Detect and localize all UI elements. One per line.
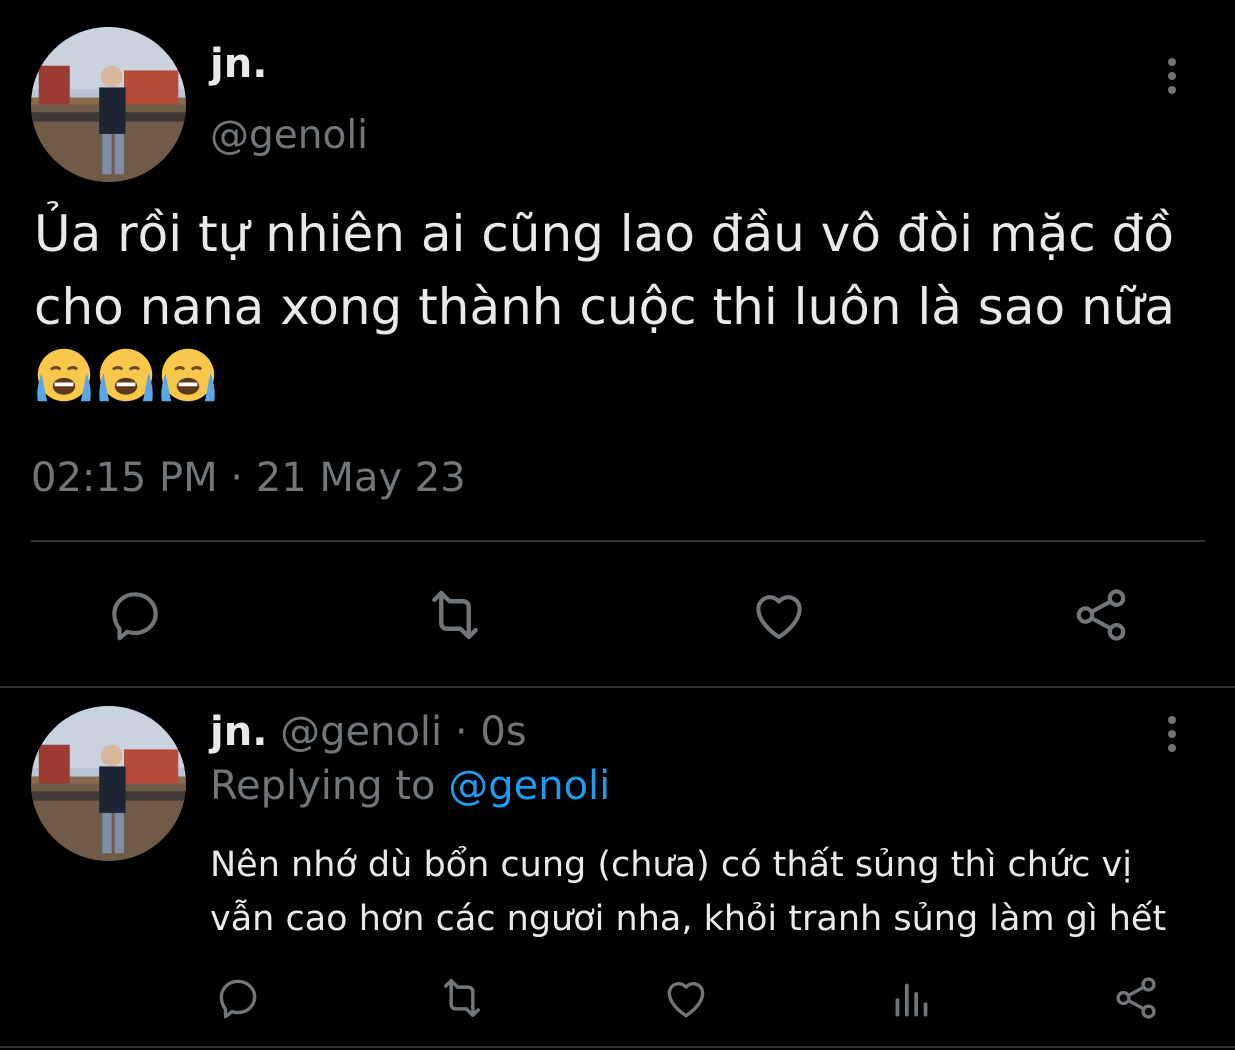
more-options-icon[interactable]: [1166, 58, 1178, 94]
views-button[interactable]: [884, 970, 940, 1026]
user-handle[interactable]: @genoli: [280, 709, 442, 755]
display-name[interactable]: jn.: [210, 40, 267, 88]
share-button[interactable]: [1108, 970, 1164, 1026]
replying-to: Replying to @genoli: [210, 760, 610, 812]
retweet-icon: [444, 978, 480, 1018]
views-icon: [895, 983, 928, 1017]
crying-face-icon: [161, 348, 215, 402]
tweet-timestamp[interactable]: 02:15 PM · 21 May 23: [31, 452, 466, 504]
crying-face-icon: [99, 348, 153, 402]
reply-time[interactable]: 0s: [480, 709, 526, 755]
divider: [31, 540, 1205, 542]
share-button[interactable]: [1066, 580, 1136, 650]
replying-to-link[interactable]: @genoli: [448, 763, 610, 809]
retweet-button[interactable]: [434, 970, 490, 1026]
avatar[interactable]: [31, 706, 186, 861]
tweet-text: Ủa rồi tự nhiên ai cũng lao đầu vô đòi m…: [34, 205, 1175, 336]
like-button[interactable]: [744, 580, 814, 650]
like-icon: [756, 595, 802, 640]
reply-button[interactable]: [210, 970, 266, 1026]
tweet-thread: jn. @genoli Ủa rồi tự nhiên ai cũng lao …: [0, 0, 1235, 1050]
share-icon: [1116, 977, 1156, 1019]
retweet-icon: [432, 590, 478, 640]
separator: ·: [442, 709, 481, 755]
divider: [0, 686, 1235, 688]
avatar[interactable]: [31, 27, 186, 182]
divider: [0, 1046, 1235, 1048]
more-options-icon[interactable]: [1166, 716, 1178, 752]
emoji-row: [34, 345, 218, 405]
like-button[interactable]: [658, 970, 714, 1026]
user-handle[interactable]: @genoli: [210, 112, 368, 160]
retweet-button[interactable]: [420, 580, 490, 650]
share-icon: [1076, 589, 1126, 641]
reply-header: jn. @genoli · 0s: [210, 706, 527, 758]
reply-icon: [219, 979, 257, 1019]
reply-button[interactable]: [100, 580, 170, 650]
reply-icon: [112, 592, 158, 641]
reply-text: Nên nhớ dù bổn cung (chưa) có thất sủng …: [210, 845, 1167, 939]
like-icon: [667, 982, 705, 1018]
crying-face-icon: [37, 348, 91, 402]
replying-to-label: Replying to: [210, 763, 449, 809]
display-name[interactable]: jn.: [210, 709, 267, 755]
